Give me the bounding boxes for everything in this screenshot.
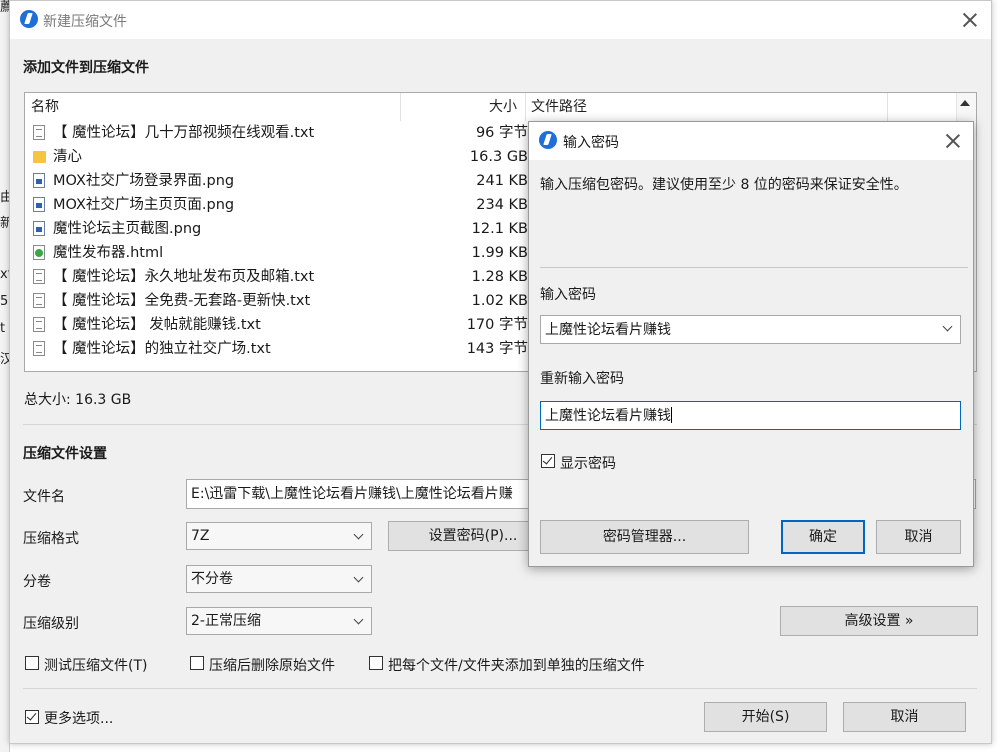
file-name: MOX社交广场主页页面.png [53, 197, 235, 213]
column-header-path[interactable]: 文件路径 [531, 93, 587, 121]
column-separator[interactable] [887, 93, 888, 121]
folder-icon [33, 151, 46, 163]
file-name: 【 魔性论坛】全免费-无套路-更新快.txt [53, 293, 311, 309]
file-name: 魔性论坛主页截图.png [53, 221, 202, 237]
add-files-heading: 添加文件到压缩文件 [23, 60, 149, 76]
file-name: MOX社交广场登录界面.png [53, 173, 235, 189]
reenter-password-value: 上魔性论坛看片赚钱 [545, 408, 671, 424]
test-archive-label[interactable]: 测试压缩文件(T) [44, 655, 147, 675]
chevron-down-icon[interactable] [942, 321, 953, 332]
file-name: 【 魔性论坛】几十万部视频在线观看.txt [53, 125, 315, 141]
split-label: 分卷 [23, 574, 51, 590]
split-value: 不分卷 [191, 571, 233, 587]
dialog-cancel-button[interactable]: 取消 [876, 520, 961, 554]
close-icon[interactable] [960, 10, 980, 30]
text-file-icon [33, 341, 45, 356]
file-size: 16.3 GB [469, 149, 528, 165]
format-value: 7Z [191, 528, 210, 544]
chevron-down-icon [353, 572, 364, 583]
separate-archives-checkbox[interactable] [369, 656, 383, 670]
reenter-password-label: 重新输入密码 [540, 371, 624, 387]
text-file-icon [33, 317, 45, 332]
file-size: 143 字节 [466, 341, 528, 357]
reenter-password-input[interactable]: 上魔性论坛看片赚钱 [540, 401, 961, 430]
html-file-icon [33, 245, 45, 260]
level-label: 压缩级别 [23, 616, 79, 632]
image-file-icon [33, 197, 45, 212]
password-label: 输入密码 [540, 287, 596, 303]
settings-heading: 压缩文件设置 [23, 446, 107, 462]
more-options-label[interactable]: 更多选项... [44, 708, 113, 728]
test-archive-checkbox[interactable] [25, 656, 39, 670]
text-file-icon [33, 293, 45, 308]
scroll-up-arrow-icon[interactable] [960, 100, 970, 106]
total-size: 总大小: 16.3 GB [24, 392, 132, 408]
divider [540, 267, 968, 268]
ok-button[interactable]: 确定 [781, 520, 865, 554]
password-description: 输入压缩包密码。建议使用至少 8 位的密码来保证安全性。 [540, 177, 908, 193]
advanced-settings-button[interactable]: 高级设置 » [780, 606, 978, 636]
file-name: 【 魔性论坛】永久地址发布页及邮箱.txt [53, 269, 315, 285]
password-value: 上魔性论坛看片赚钱 [545, 322, 671, 338]
file-size: 241 KB [476, 173, 528, 189]
filename-label: 文件名 [23, 489, 65, 505]
level-select[interactable]: 2-正常压缩 [186, 607, 372, 635]
text-file-icon [33, 269, 45, 284]
file-size: 234 KB [476, 197, 528, 213]
file-size: 170 字节 [466, 317, 528, 333]
image-file-icon [33, 221, 45, 236]
cancel-button[interactable]: 取消 [843, 702, 966, 732]
file-name: 清心 [53, 149, 82, 165]
password-input[interactable]: 上魔性论坛看片赚钱 [540, 315, 961, 344]
dialog-title: 输入密码 [563, 135, 619, 151]
image-file-icon [33, 173, 45, 188]
chevron-down-icon [353, 529, 364, 540]
app-logo-icon [539, 131, 557, 149]
app-logo-icon [20, 10, 38, 28]
start-button[interactable]: 开始(S) [704, 702, 827, 732]
title-bar: 新建压缩文件 [10, 1, 991, 39]
separate-archives-label[interactable]: 把每个文件/文件夹添加到单独的压缩文件 [388, 655, 645, 675]
file-size: 12.1 KB [471, 221, 528, 237]
text-cursor [671, 407, 672, 423]
column-separator[interactable] [525, 93, 526, 121]
file-name: 魔性发布器.html [53, 245, 164, 261]
file-name: 【 魔性论坛】的独立社交广场.txt [53, 341, 271, 357]
password-dialog: 输入密码 输入压缩包密码。建议使用至少 8 位的密码来保证安全性。 输入密码 上… [528, 121, 974, 567]
format-label: 压缩格式 [23, 531, 79, 547]
format-select[interactable]: 7Z [186, 522, 372, 550]
column-header-name[interactable]: 名称 [31, 93, 59, 121]
file-size: 1.28 KB [471, 269, 528, 285]
file-size: 1.99 KB [471, 245, 528, 261]
chevron-down-icon [353, 614, 364, 625]
divider [23, 688, 977, 689]
password-manager-button[interactable]: 密码管理器... [540, 520, 749, 554]
delete-originals-label[interactable]: 压缩后删除原始文件 [209, 655, 335, 675]
file-size: 96 字节 [475, 125, 528, 141]
level-value: 2-正常压缩 [191, 613, 261, 629]
delete-originals-checkbox[interactable] [190, 656, 204, 670]
split-select[interactable]: 不分卷 [186, 565, 372, 593]
file-name: 【 魔性论坛】 发帖就能赚钱.txt [53, 317, 261, 333]
column-header-size[interactable]: 大小 [489, 93, 517, 121]
more-options-checkbox[interactable] [25, 710, 39, 724]
file-size: 1.02 KB [471, 293, 528, 309]
window-title: 新建压缩文件 [43, 14, 127, 30]
text-file-icon [33, 125, 45, 140]
dialog-title-bar: 输入密码 [529, 122, 973, 160]
close-icon[interactable] [943, 131, 963, 151]
column-separator[interactable] [400, 93, 401, 121]
show-password-checkbox[interactable] [541, 454, 555, 468]
show-password-label[interactable]: 显示密码 [560, 453, 616, 473]
